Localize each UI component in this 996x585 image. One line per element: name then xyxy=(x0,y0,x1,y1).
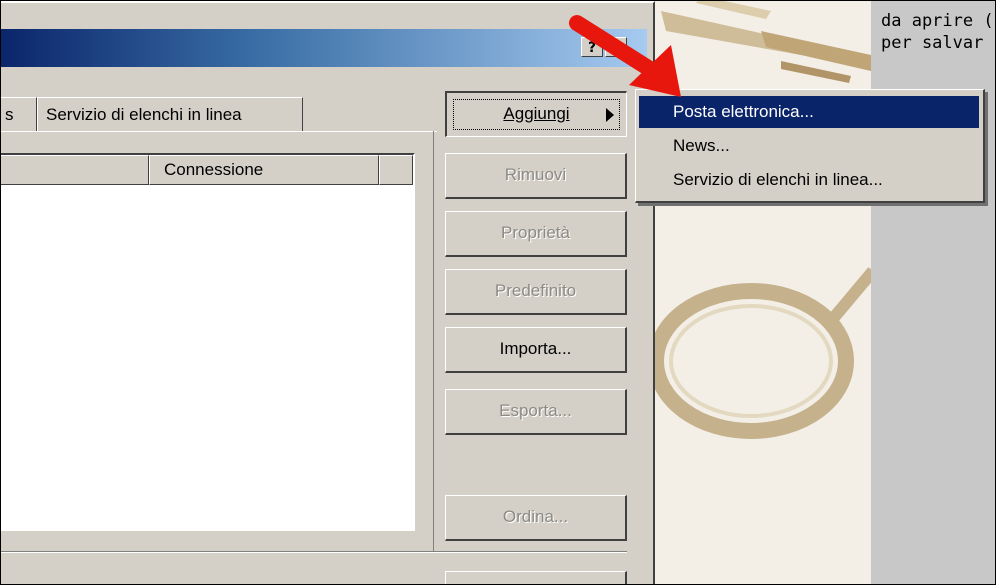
import-button[interactable]: Importa... xyxy=(445,327,627,373)
remove-button[interactable]: Rimuovi xyxy=(445,153,627,199)
add-button-label: Aggiungi xyxy=(503,104,570,123)
properties-button[interactable]: Proprietà xyxy=(445,211,627,257)
column-header-account[interactable] xyxy=(1,155,149,185)
tab-directory-service[interactable]: Servizio di elenchi in linea xyxy=(37,97,303,131)
background-text-line-1: da aprire ( xyxy=(881,11,994,31)
accounts-list[interactable]: Connessione xyxy=(1,153,415,531)
order-button[interactable]: Ordina... xyxy=(445,495,627,541)
close-button[interactable]: Chiudi xyxy=(445,571,627,584)
accounts-dialog: ? × s Servizio di elenchi in linea Conne… xyxy=(1,1,655,584)
dialog-title-bar[interactable]: ? × xyxy=(1,29,647,67)
tab-previous-partial[interactable]: s xyxy=(1,97,37,131)
dialog-separator xyxy=(1,551,627,553)
menu-item-news[interactable]: News... xyxy=(639,130,979,162)
list-header: Connessione xyxy=(1,155,413,185)
screenshot-frame: da aprire ( per salvar ? × s Servizio di… xyxy=(0,0,996,585)
column-header-connection[interactable]: Connessione xyxy=(149,155,379,185)
red-arrow-annotation-icon xyxy=(569,15,681,97)
tab-panel-edge xyxy=(433,131,434,551)
background-text-line-2: per salvar xyxy=(881,33,984,53)
set-default-button[interactable]: Predefinito xyxy=(445,269,627,315)
export-button[interactable]: Esporta... xyxy=(445,389,627,435)
column-header-filler xyxy=(379,155,413,185)
menu-item-directory-service[interactable]: Servizio di elenchi in linea... xyxy=(639,164,979,196)
